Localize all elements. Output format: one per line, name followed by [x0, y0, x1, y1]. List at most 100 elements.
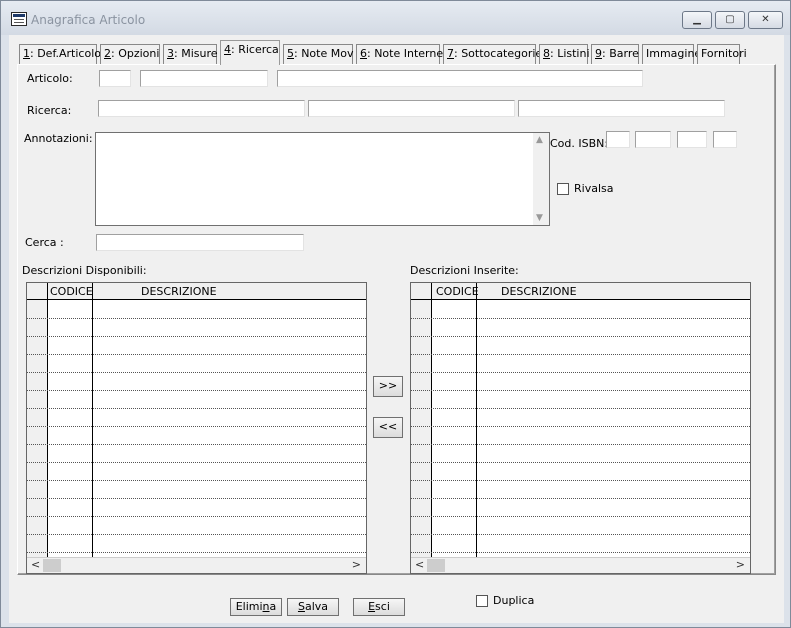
grid-row-line: [27, 318, 366, 319]
isbn-field-2[interactable]: [635, 131, 671, 148]
ricerca-field-3[interactable]: [518, 100, 725, 117]
col-codice-header[interactable]: CODICE: [50, 285, 93, 298]
scroll-thumb[interactable]: [43, 559, 61, 572]
grid-divider: [92, 283, 93, 559]
tab-opzioni[interactable]: 2: Opzioni: [100, 44, 160, 65]
grid-row-line: [411, 390, 750, 391]
annotazioni-label: Annotazioni:: [24, 132, 93, 145]
close-button[interactable]: ✕: [748, 11, 783, 29]
remove-description-button[interactable]: <<: [373, 417, 403, 438]
grid-divider: [431, 283, 432, 559]
grid-row-line: [27, 534, 366, 535]
tab-note-mov[interactable]: 5: Note Mov: [283, 44, 353, 65]
grid-row-line: [27, 426, 366, 427]
tab-def-articolo[interactable]: 1: Def.Articolo: [19, 44, 101, 65]
grid-row-line: [27, 516, 366, 517]
duplica-label: Duplica: [493, 594, 535, 607]
grid-hscrollbar[interactable]: < >: [411, 557, 750, 573]
tab-listini[interactable]: 8: Listini: [539, 44, 590, 65]
col-codice-header[interactable]: CODICE: [436, 285, 479, 298]
grid-row-line: [411, 462, 750, 463]
tab-fornitori[interactable]: Fornitori: [697, 44, 747, 65]
tab-immagine[interactable]: Immagine: [642, 44, 701, 65]
articolo-field-2[interactable]: [140, 70, 268, 87]
grid-row-line: [411, 372, 750, 373]
grid-row-line: [411, 354, 750, 355]
tab-barre[interactable]: 9: Barre: [591, 44, 639, 65]
grid-row-line: [27, 480, 366, 481]
descrizioni-disponibili-label: Descrizioni Disponibili:: [22, 264, 147, 277]
grid-row-line: [411, 534, 750, 535]
maximize-button[interactable]: ▢: [715, 11, 745, 29]
grid-row-line: [27, 444, 366, 445]
isbn-field-3[interactable]: [677, 131, 707, 148]
duplica-checkbox[interactable]: [476, 595, 488, 607]
grid-hscrollbar[interactable]: < >: [27, 557, 366, 573]
annotazioni-scrollbar[interactable]: ▲ ▼: [533, 133, 549, 225]
maximize-icon: ▢: [725, 14, 735, 25]
elimina-button[interactable]: Elimina: [230, 598, 282, 616]
window-title: Anagrafica Articolo: [31, 13, 146, 27]
minimize-icon: ▁: [693, 14, 701, 25]
grid-row-line: [411, 480, 750, 481]
scroll-right-icon[interactable]: >: [352, 558, 361, 571]
grid-row-line: [27, 552, 366, 553]
row-selector-column: [411, 283, 431, 559]
col-descrizione-header[interactable]: DESCRIZIONE: [141, 285, 217, 298]
grid-row-line: [411, 444, 750, 445]
esci-button[interactable]: Esci: [353, 598, 405, 616]
tab-note-internet[interactable]: 6: Note Internet: [356, 44, 447, 65]
title-bar[interactable]: Anagrafica Articolo ▁ ▢ ✕: [1, 1, 790, 35]
grid-row-line: [27, 498, 366, 499]
ricerca-field-2[interactable]: [308, 100, 515, 117]
tab-panel-ricerca: Articolo: Ricerca: Annotazioni: ▲ ▼ Cod.…: [17, 64, 776, 575]
grid-row-line: [411, 336, 750, 337]
scroll-thumb[interactable]: [427, 559, 445, 572]
scroll-left-icon[interactable]: <: [415, 558, 424, 571]
grid-row-line: [411, 498, 750, 499]
tab-sottocategorie[interactable]: 7: Sottocategorie: [443, 44, 542, 65]
articolo-description-field[interactable]: [277, 70, 643, 87]
annotazioni-textarea[interactable]: ▲ ▼: [95, 132, 550, 226]
main-window: Anagrafica Articolo ▁ ▢ ✕ 1: Def.Articol…: [0, 0, 791, 628]
grid-row-line: [411, 552, 750, 553]
grid-row-line: [27, 372, 366, 373]
cod-isbn-label: Cod. ISBN:: [550, 137, 609, 150]
grid-row-line: [411, 408, 750, 409]
cerca-input[interactable]: [96, 234, 304, 251]
articolo-code-field[interactable]: [99, 70, 131, 87]
tab-ricerca[interactable]: 4: Ricerca: [220, 40, 280, 65]
isbn-field-1[interactable]: [606, 131, 630, 148]
descrizioni-inserite-label: Descrizioni Inserite:: [410, 264, 519, 277]
cerca-label: Cerca :: [25, 236, 64, 249]
ricerca-field-1[interactable]: [98, 100, 305, 117]
tab-misure[interactable]: 3: Misure: [163, 44, 218, 65]
articolo-label: Articolo:: [27, 72, 73, 85]
grid-divider: [476, 283, 477, 559]
grid-row-line: [411, 516, 750, 517]
scroll-up-icon[interactable]: ▲: [536, 135, 543, 145]
scroll-left-icon[interactable]: <: [31, 558, 40, 571]
salva-button[interactable]: Salva: [287, 598, 339, 616]
rivalsa-checkbox[interactable]: [557, 183, 569, 195]
scroll-down-icon[interactable]: ▼: [536, 213, 543, 223]
rivalsa-label: Rivalsa: [574, 182, 614, 195]
descrizioni-disponibili-grid[interactable]: CODICE DESCRIZIONE < >: [26, 282, 367, 574]
isbn-field-4[interactable]: [713, 131, 737, 148]
app-icon[interactable]: [11, 12, 27, 26]
minimize-button[interactable]: ▁: [682, 11, 712, 29]
ricerca-label: Ricerca:: [27, 104, 72, 117]
row-selector-column: [27, 283, 47, 559]
grid-row-line: [411, 318, 750, 319]
grid-row-line: [27, 354, 366, 355]
grid-row-line: [27, 408, 366, 409]
grid-row-line: [27, 462, 366, 463]
client-area: 1: Def.Articolo 2: Opzioni 3: Misure 4: …: [9, 35, 784, 623]
col-descrizione-header[interactable]: DESCRIZIONE: [501, 285, 577, 298]
descrizioni-inserite-grid[interactable]: CODICE DESCRIZIONE < >: [410, 282, 751, 574]
add-description-button[interactable]: >>: [373, 376, 403, 397]
grid-row-line: [411, 426, 750, 427]
close-icon: ✕: [761, 14, 770, 25]
grid-row-line: [27, 390, 366, 391]
scroll-right-icon[interactable]: >: [736, 558, 745, 571]
